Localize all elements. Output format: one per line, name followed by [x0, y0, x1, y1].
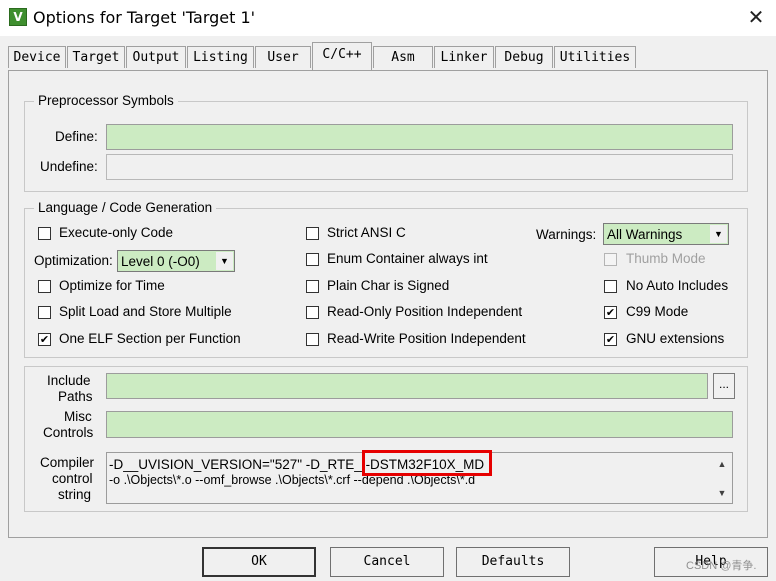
- compiler-label-line3: string: [58, 487, 92, 502]
- include-label-line1: Include: [47, 373, 91, 388]
- keil-app-icon: V: [9, 8, 27, 26]
- optimize-time-label: Optimize for Time: [59, 278, 165, 293]
- optimize-time-checkbox[interactable]: [38, 280, 51, 293]
- preprocessor-group-label: Preprocessor Symbols: [34, 93, 178, 108]
- define-input[interactable]: [106, 124, 733, 150]
- ok-button[interactable]: OK: [202, 547, 316, 577]
- c99-mode-checkbox[interactable]: ✔: [604, 306, 617, 319]
- include-label-line2: Paths: [58, 389, 93, 404]
- gnu-extensions-checkbox[interactable]: ✔: [604, 333, 617, 346]
- scroll-up-icon[interactable]: ▲: [714, 457, 730, 471]
- defaults-button[interactable]: Defaults: [456, 547, 570, 577]
- optimization-label: Optimization:: [34, 253, 113, 268]
- optimization-select[interactable]: Level 0 (-O0) ▼: [117, 250, 235, 272]
- window-title: Options for Target 'Target 1': [33, 8, 256, 27]
- optimization-value: Level 0 (-O0): [121, 254, 200, 269]
- close-icon[interactable]: ✕: [745, 6, 767, 28]
- tab-listing[interactable]: Listing: [187, 46, 254, 68]
- undefine-label: Undefine:: [40, 159, 98, 174]
- one-elf-label: One ELF Section per Function: [59, 331, 241, 346]
- red-highlight-annotation: [362, 450, 492, 476]
- compiler-string-line1-prefix: -D__UVISION_VERSION="527" -D_RTE_: [109, 457, 366, 472]
- browse-include-paths-button[interactable]: ...: [713, 373, 735, 399]
- enum-container-label: Enum Container always int: [327, 251, 488, 266]
- tab-user[interactable]: User: [255, 46, 311, 68]
- chevron-down-icon[interactable]: ▼: [710, 225, 727, 243]
- tab-utilities[interactable]: Utilities: [554, 46, 636, 68]
- misc-label-line1: Misc: [64, 409, 92, 424]
- split-load-checkbox[interactable]: [38, 306, 51, 319]
- watermark: CSDN @青争.: [686, 560, 757, 572]
- thumb-mode-checkbox[interactable]: [604, 253, 617, 266]
- tab-device[interactable]: Device: [8, 46, 66, 68]
- tab-asm[interactable]: Asm: [373, 46, 433, 68]
- execute-only-label: Execute-only Code: [59, 225, 174, 240]
- one-elf-checkbox[interactable]: ✔: [38, 333, 51, 346]
- plain-char-label: Plain Char is Signed: [327, 278, 450, 293]
- gnu-extensions-label: GNU extensions: [626, 331, 725, 346]
- tab-c-cpp[interactable]: C/C++: [312, 42, 372, 70]
- tab-output[interactable]: Output: [126, 46, 186, 68]
- execute-only-checkbox[interactable]: [38, 227, 51, 240]
- warnings-label: Warnings:: [536, 227, 597, 242]
- tab-debug[interactable]: Debug: [495, 46, 553, 68]
- title-bar: V Options for Target 'Target 1' ✕: [0, 0, 776, 36]
- undefine-input[interactable]: [106, 154, 733, 180]
- c99-mode-label: C99 Mode: [626, 304, 689, 319]
- compiler-label-line2: control: [52, 471, 93, 486]
- warnings-select[interactable]: All Warnings ▼: [603, 223, 729, 245]
- thumb-mode-label: Thumb Mode: [626, 251, 706, 266]
- strict-ansi-label: Strict ANSI C: [327, 225, 406, 240]
- cancel-button[interactable]: Cancel: [330, 547, 444, 577]
- compiler-label-line1: Compiler: [40, 455, 95, 470]
- rw-position-independent-checkbox[interactable]: [306, 333, 319, 346]
- no-auto-includes-checkbox[interactable]: [604, 280, 617, 293]
- ro-position-independent-checkbox[interactable]: [306, 306, 319, 319]
- misc-label-line2: Controls: [43, 425, 94, 440]
- strict-ansi-checkbox[interactable]: [306, 227, 319, 240]
- tab-target[interactable]: Target: [67, 46, 125, 68]
- define-label: Define:: [55, 129, 98, 144]
- scroll-down-icon[interactable]: ▼: [714, 486, 730, 500]
- no-auto-includes-label: No Auto Includes: [626, 278, 729, 293]
- rw-position-independent-label: Read-Write Position Independent: [327, 331, 526, 346]
- tab-linker[interactable]: Linker: [434, 46, 494, 68]
- plain-char-checkbox[interactable]: [306, 280, 319, 293]
- warnings-value: All Warnings: [607, 227, 683, 242]
- chevron-down-icon[interactable]: ▼: [216, 252, 233, 270]
- split-load-label: Split Load and Store Multiple: [59, 304, 232, 319]
- include-paths-input[interactable]: [106, 373, 708, 399]
- enum-container-checkbox[interactable]: [306, 253, 319, 266]
- language-group-label: Language / Code Generation: [34, 200, 217, 215]
- misc-controls-input[interactable]: [106, 411, 733, 438]
- ro-position-independent-label: Read-Only Position Independent: [327, 304, 523, 319]
